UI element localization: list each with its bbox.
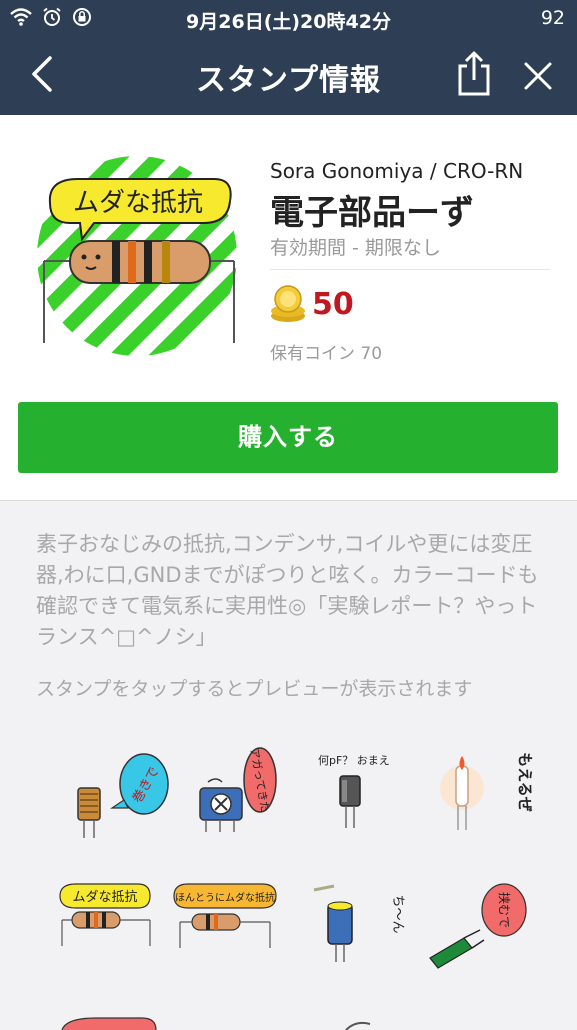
- sticker-partial[interactable]: [56, 1010, 166, 1030]
- buy-button[interactable]: 購入する: [18, 402, 558, 473]
- sticker-capacitor[interactable]: 何pF？ おまえ: [312, 742, 422, 852]
- validity-period: 有効期間 - 期限なし: [270, 237, 441, 259]
- coin-icon: [271, 285, 305, 322]
- nav-bar: スタンプ情報: [0, 36, 577, 115]
- sticker-transformer[interactable]: アガってきた: [190, 742, 300, 852]
- sticker-set-name: 電子部品ーず: [270, 193, 474, 233]
- sticker-text: 挟むで: [497, 892, 511, 928]
- owned-coins: 保有コイン 70: [270, 344, 383, 364]
- sticker-text: ほんとうにムダな抵抗: [175, 891, 275, 904]
- share-button[interactable]: [452, 50, 496, 98]
- sticker-text: もえるぜ: [516, 752, 534, 812]
- sticker-alligator-clip[interactable]: 挟むで: [424, 874, 534, 984]
- author-name[interactable]: Sora Gonomiya / CRO-RN: [270, 159, 523, 183]
- app-header: 9月26日(土)20時42分 92 スタンプ情報: [0, 0, 577, 115]
- status-time: 9月26日(土)20時42分: [186, 11, 391, 33]
- close-icon: [524, 62, 552, 90]
- sticker-thumbnail: ムダな抵抗: [37, 156, 237, 356]
- thumbnail-caption: ムダな抵抗: [73, 188, 203, 218]
- sticker-text: 何pF？ おまえ: [318, 754, 390, 767]
- sticker-text: ムダな抵抗: [72, 890, 137, 905]
- sticker-text: ち〜ん: [390, 894, 405, 933]
- product-panel: ムダな抵抗 Sora Gonomiya / CRO-RN 電子部品ーず 有効期間…: [0, 115, 577, 501]
- sticker-resistor[interactable]: ムダな抵抗: [54, 874, 164, 984]
- sticker-coil[interactable]: 巻きで: [68, 742, 178, 852]
- divider: [270, 269, 550, 270]
- sticker-partial[interactable]: [316, 1014, 426, 1030]
- sticker-resistor-really[interactable]: ほんとうにムダな抵抗: [170, 874, 280, 984]
- price: 50: [312, 287, 354, 322]
- battery-level: 92: [540, 7, 565, 29]
- sticker-electrolytic[interactable]: ち〜ん: [300, 874, 410, 984]
- sticker-fuse[interactable]: もえるぜ: [432, 742, 542, 852]
- description: 素子おなじみの抵抗,コンデンサ,コイルや更には変圧器,わに口,GNDまでがぽつり…: [36, 532, 539, 649]
- close-button[interactable]: [518, 56, 558, 96]
- preview-hint: スタンプをタップするとプレビューが表示されます: [36, 678, 473, 700]
- share-icon: [458, 51, 490, 96]
- status-bar: 9月26日(土)20時42分 92: [0, 0, 577, 36]
